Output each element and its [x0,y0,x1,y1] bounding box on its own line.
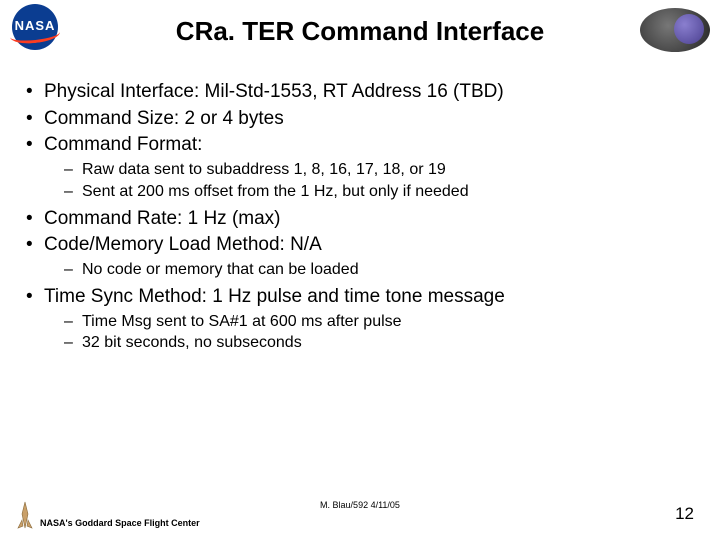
nasa-logo-icon: NASA [8,4,62,50]
footer-org-label: NASA's Goddard Space Flight Center [40,518,200,528]
sub-bullet-text: Time Msg sent to SA#1 at 600 ms after pu… [82,313,402,330]
mission-logo-icon [640,8,710,52]
list-item: 32 bit seconds, no subseconds [44,333,698,354]
sub-bullet-text: 32 bit seconds, no subseconds [82,334,302,351]
slide: NASA CRa. TER Command Interface Physical… [0,0,720,540]
slide-header: NASA CRa. TER Command Interface [0,0,720,62]
bullet-text: Code/Memory Load Method: N/A [44,234,322,255]
list-item: Time Sync Method: 1 Hz pulse and time to… [22,285,698,354]
list-item: Command Size: 2 or 4 bytes [22,107,698,132]
bullet-text: Time Sync Method: 1 Hz pulse and time to… [44,286,505,307]
list-item: Command Format: Raw data sent to subaddr… [22,133,698,202]
nasa-logo-text: NASA [8,18,62,33]
sub-bullet-text: Sent at 200 ms offset from the 1 Hz, but… [82,183,469,200]
footer-credit: M. Blau/592 4/11/05 [0,500,720,510]
page-title: CRa. TER Command Interface [90,16,630,47]
list-item: Command Rate: 1 Hz (max) [22,207,698,232]
list-item: Code/Memory Load Method: N/A No code or … [22,233,698,280]
slide-footer: NASA's Goddard Space Flight Center M. Bl… [0,492,720,540]
sub-list: Raw data sent to subaddress 1, 8, 16, 17… [44,160,698,203]
list-item: Sent at 200 ms offset from the 1 Hz, but… [44,182,698,203]
bullet-text: Physical Interface: Mil-Std-1553, RT Add… [44,81,504,102]
slide-content: Physical Interface: Mil-Std-1553, RT Add… [22,80,698,358]
sub-list: No code or memory that can be loaded [44,260,698,281]
list-item: No code or memory that can be loaded [44,260,698,281]
list-item: Raw data sent to subaddress 1, 8, 16, 17… [44,160,698,181]
bullet-text: Command Rate: 1 Hz (max) [44,208,281,229]
list-item: Physical Interface: Mil-Std-1553, RT Add… [22,80,698,105]
bullet-list: Physical Interface: Mil-Std-1553, RT Add… [22,80,698,354]
bullet-text: Command Size: 2 or 4 bytes [44,108,284,129]
sub-list: Time Msg sent to SA#1 at 600 ms after pu… [44,312,698,355]
sub-bullet-text: Raw data sent to subaddress 1, 8, 16, 17… [82,161,446,178]
sub-bullet-text: No code or memory that can be loaded [82,261,359,278]
list-item: Time Msg sent to SA#1 at 600 ms after pu… [44,312,698,333]
bullet-text: Command Format: [44,134,202,155]
page-number: 12 [675,504,694,524]
